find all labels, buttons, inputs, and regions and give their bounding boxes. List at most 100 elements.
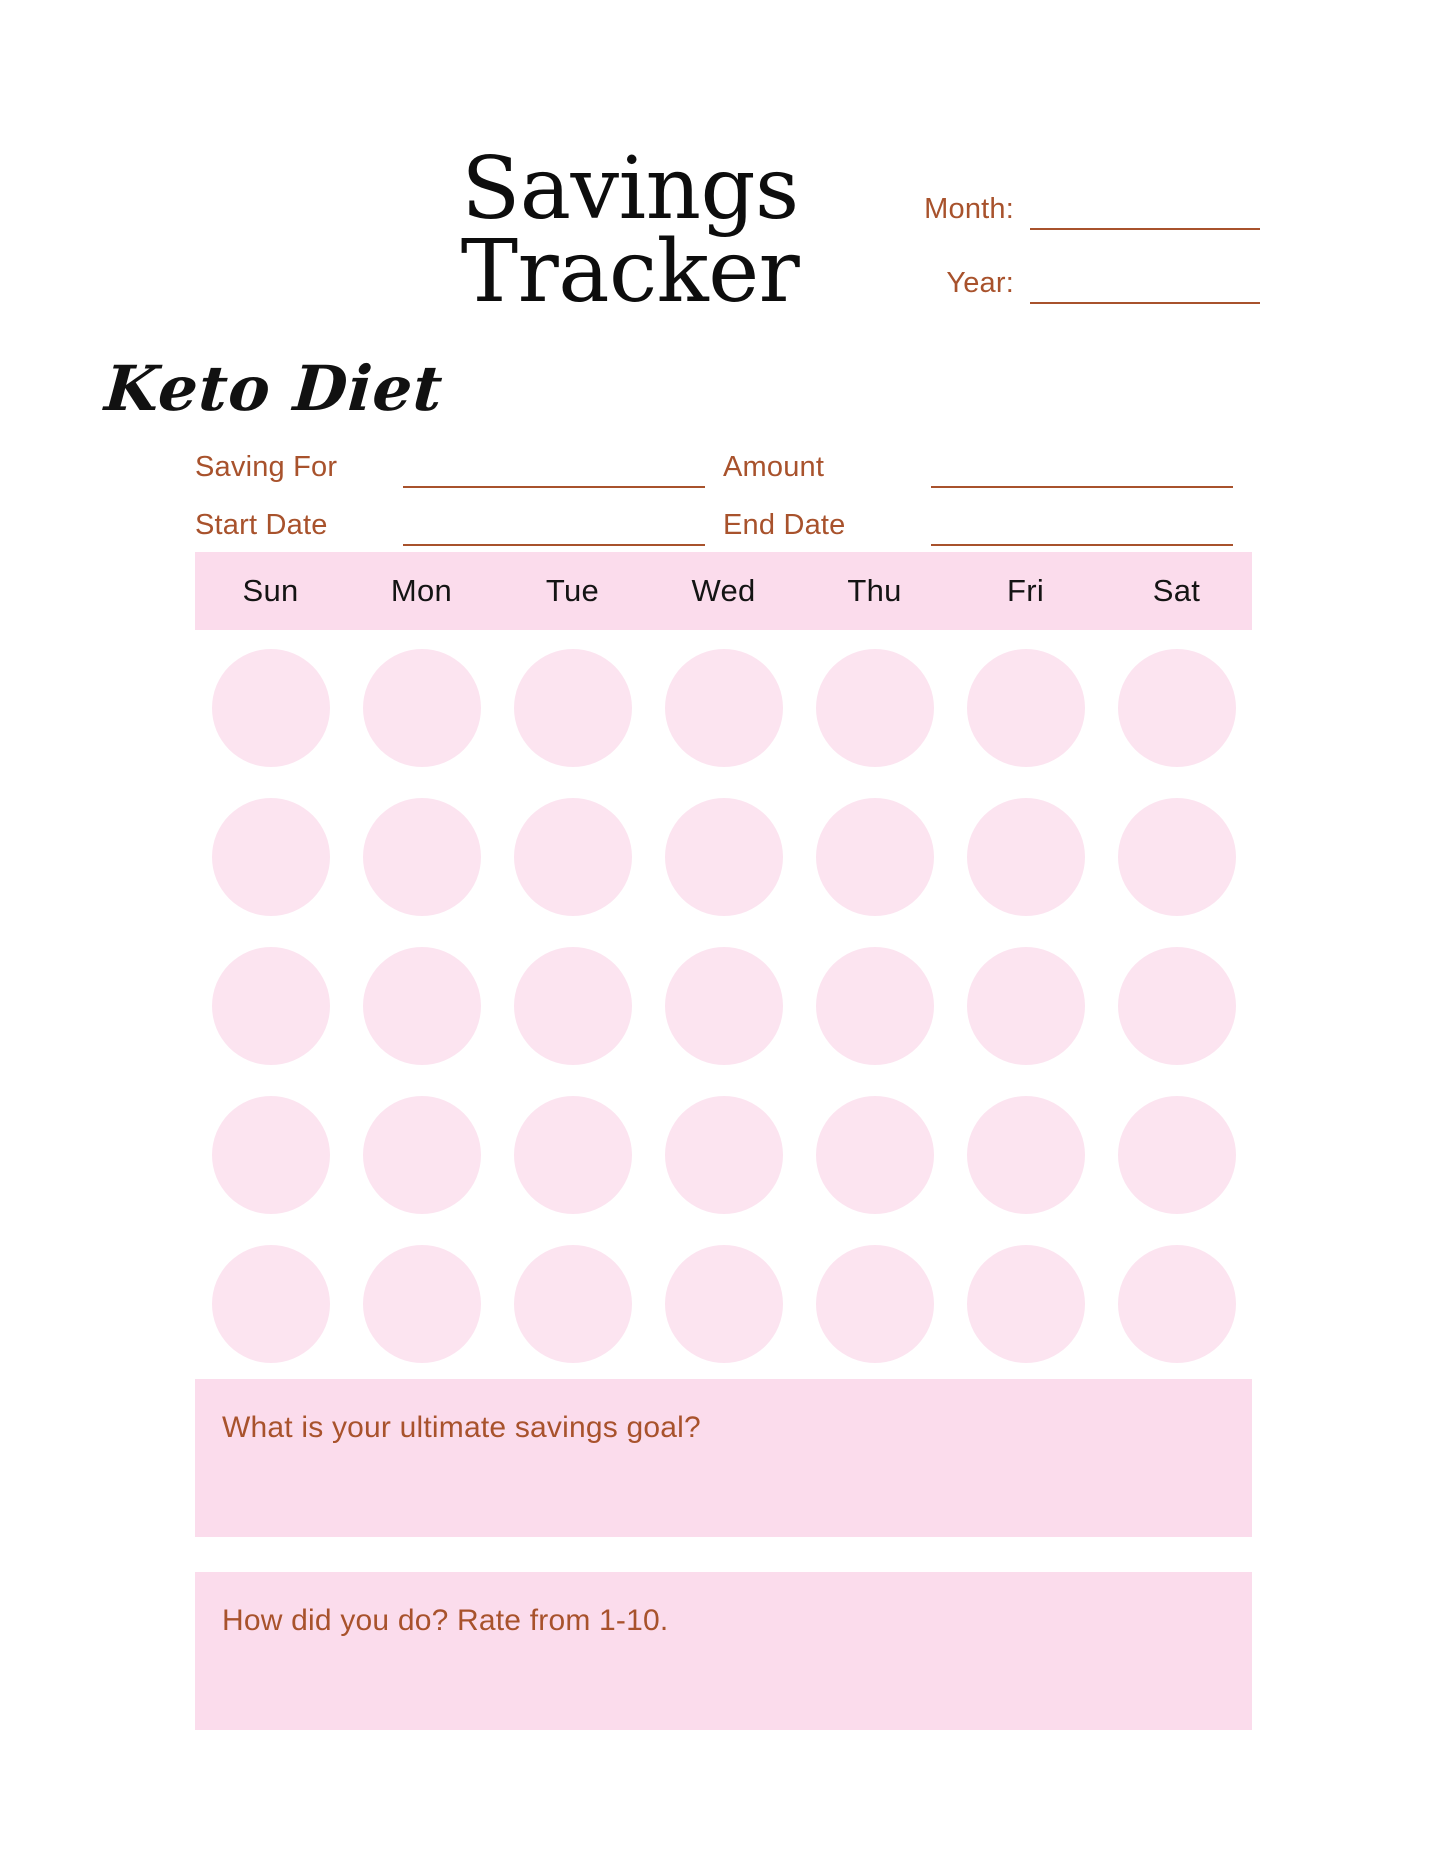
tracker-day-circle[interactable] (211, 947, 330, 1065)
tracker-day-cell (195, 640, 346, 776)
tracker-day-cell (950, 1236, 1101, 1372)
weekday-header-row: Sun Mon Tue Wed Thu Fri Sat (195, 552, 1252, 630)
tracker-day-circle[interactable] (513, 947, 632, 1065)
tracker-day-cell (497, 1087, 648, 1223)
year-field-row: Year: (880, 244, 1260, 304)
weekday-label-wed: Wed (691, 573, 756, 608)
tracker-day-circle[interactable] (664, 798, 783, 916)
date-fields-group: Month: Year: (880, 170, 1260, 318)
weekday-label-mon: Mon (390, 573, 453, 608)
tracker-day-cell (346, 938, 497, 1074)
start-date-input[interactable] (403, 514, 705, 546)
end-date-label: End Date (723, 509, 846, 541)
amount-input[interactable] (931, 456, 1233, 488)
tracker-day-circle[interactable] (815, 1245, 934, 1363)
tracker-day-circle[interactable] (815, 649, 934, 767)
tracker-day-circle[interactable] (966, 947, 1085, 1065)
question-box-rating[interactable]: How did you do? Rate from 1-10. (195, 1572, 1252, 1730)
tracker-day-cell (648, 1087, 799, 1223)
weekday-label-sat: Sat (1152, 573, 1201, 608)
tracker-day-cell (799, 1087, 950, 1223)
tracker-day-cell (799, 1236, 950, 1372)
question-prompt-goal: What is your ultimate savings goal? (222, 1411, 701, 1444)
tracker-day-circle[interactable] (966, 798, 1085, 916)
tracker-day-circle[interactable] (1117, 798, 1236, 916)
saving-for-label: Saving For (195, 451, 338, 483)
page-title-line-1: Savings (461, 139, 799, 239)
field-row-one: Saving For Amount (195, 430, 1252, 488)
tracker-day-cell (195, 789, 346, 925)
tracker-day-cell (346, 1087, 497, 1223)
tracker-day-cell (346, 1236, 497, 1372)
tracker-day-cell (799, 789, 950, 925)
tracker-week-row (195, 938, 1252, 1074)
tracker-day-circle[interactable] (362, 1245, 481, 1363)
tracker-day-cell (648, 938, 799, 1074)
tracker-day-circle[interactable] (362, 1096, 481, 1214)
weekday-label-fri: Fri (1006, 573, 1045, 608)
tracker-day-cell (648, 789, 799, 925)
tracker-day-circle[interactable] (664, 1096, 783, 1214)
saving-for-input[interactable] (403, 456, 705, 488)
tracker-day-cell (1101, 938, 1252, 1074)
end-date-input[interactable] (931, 514, 1233, 546)
month-input[interactable] (1030, 196, 1260, 230)
tracker-day-circle[interactable] (1117, 947, 1236, 1065)
month-label: Month: (924, 193, 1014, 225)
tracker-day-cell (497, 640, 648, 776)
amount-label: Amount (723, 451, 825, 483)
tracker-day-cell (799, 938, 950, 1074)
tracker-day-circle[interactable] (362, 798, 481, 916)
weekday-label-sun: Sun (242, 573, 299, 608)
tracker-day-cell (1101, 1236, 1252, 1372)
tracker-day-circle[interactable] (815, 947, 934, 1065)
tracker-week-row (195, 1236, 1252, 1372)
tracker-day-cell (497, 938, 648, 1074)
weekday-label-tue: Tue (545, 573, 600, 608)
question-prompt-rating: How did you do? Rate from 1-10. (222, 1604, 669, 1637)
tracker-day-circle[interactable] (362, 947, 481, 1065)
tracker-day-cell (1101, 1087, 1252, 1223)
tracker-day-cell (1101, 789, 1252, 925)
tracker-week-row (195, 1087, 1252, 1223)
page-header: Keto Diet Savings Tracker Month: Year: (0, 139, 1445, 425)
tracker-day-circle[interactable] (664, 947, 783, 1065)
tracker-day-circle[interactable] (211, 798, 330, 916)
tracker-day-cell (195, 1087, 346, 1223)
end-date-field: End Date (723, 509, 1251, 546)
field-row-two: Start Date End Date (195, 488, 1252, 546)
tracker-day-cell (950, 789, 1101, 925)
tracker-day-cell (950, 1087, 1101, 1223)
tracker-day-cell (195, 938, 346, 1074)
year-label: Year: (946, 267, 1014, 299)
tracker-day-circle[interactable] (211, 1245, 330, 1363)
tracker-day-circle[interactable] (664, 649, 783, 767)
tracker-day-circle[interactable] (513, 649, 632, 767)
tracker-day-circle[interactable] (513, 798, 632, 916)
tracker-day-circle[interactable] (664, 1245, 783, 1363)
tracker-day-circle[interactable] (211, 649, 330, 767)
tracker-day-circle[interactable] (1117, 649, 1236, 767)
tracker-day-circle[interactable] (1117, 1245, 1236, 1363)
tracker-day-circle[interactable] (1117, 1096, 1236, 1214)
savings-details-fields: Saving For Amount Start Date End Date (195, 430, 1252, 546)
tracker-day-circle[interactable] (815, 1096, 934, 1214)
tracker-day-cell (497, 1236, 648, 1372)
tracker-day-cell (950, 938, 1101, 1074)
tracker-day-circle[interactable] (362, 649, 481, 767)
tracker-day-circle[interactable] (513, 1096, 632, 1214)
tracker-day-circle[interactable] (966, 1245, 1085, 1363)
page-title-line-2: Tracker (460, 222, 800, 323)
script-subtitle: Keto Diet (102, 352, 446, 425)
question-box-goal[interactable]: What is your ultimate savings goal? (195, 1379, 1252, 1537)
tracker-day-circle[interactable] (815, 798, 934, 916)
tracker-day-circle[interactable] (513, 1245, 632, 1363)
printable-page: Keto Diet Savings Tracker Month: Year: S… (0, 0, 1445, 1869)
tracker-day-circle[interactable] (211, 1096, 330, 1214)
start-date-field: Start Date (195, 509, 723, 546)
tracker-week-row (195, 640, 1252, 776)
tracker-day-cell (497, 789, 648, 925)
tracker-day-circle[interactable] (966, 649, 1085, 767)
year-input[interactable] (1030, 270, 1260, 304)
tracker-day-circle[interactable] (966, 1096, 1085, 1214)
